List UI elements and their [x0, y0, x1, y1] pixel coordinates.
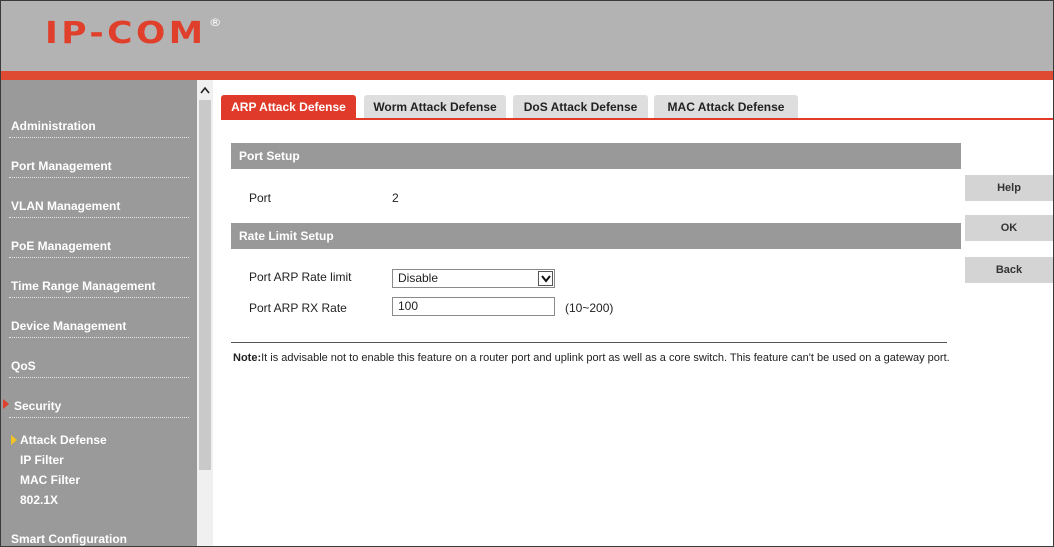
- app-window: IP-COM ® Administration Port Management V…: [0, 0, 1054, 547]
- tab-label: MAC Attack Defense: [667, 100, 785, 114]
- sidebar-scrollbar[interactable]: [197, 80, 213, 546]
- back-button[interactable]: Back: [965, 257, 1053, 283]
- rx-rate-label: Port ARP RX Rate: [249, 301, 347, 315]
- rx-rate-range: (10~200): [565, 301, 614, 315]
- submenu-item-label: Attack Defense: [20, 433, 107, 447]
- note-body: It is advisable not to enable this featu…: [261, 352, 950, 364]
- sidebar-item-smart-configuration[interactable]: Smart Configuration: [9, 516, 189, 546]
- tab-worm-attack-defense[interactable]: Worm Attack Defense: [364, 95, 506, 119]
- chevron-down-icon[interactable]: [538, 271, 553, 286]
- port-label: Port: [249, 191, 272, 205]
- sidebar-item-label: Device Management: [11, 319, 127, 333]
- sidebar-item-label: Time Range Management: [11, 279, 156, 293]
- sidebar-item-label: Administration: [11, 119, 96, 133]
- sidebar-item-label: Port Management: [11, 159, 112, 173]
- submenu-item-ip-filter[interactable]: IP Filter: [9, 450, 197, 470]
- tab-dos-attack-defense[interactable]: DoS Attack Defense: [513, 95, 648, 119]
- sidebar-item-label: Security: [14, 399, 62, 413]
- sidebar-item-port-management[interactable]: Port Management: [9, 138, 189, 178]
- header-accent-bar: [1, 71, 1053, 80]
- submenu-item-mac-filter[interactable]: MAC Filter: [9, 470, 197, 490]
- sidebar-item-qos[interactable]: QoS: [9, 338, 189, 378]
- select-value: Disable: [398, 271, 439, 285]
- scroll-thumb[interactable]: [199, 100, 211, 470]
- port-value: 2: [392, 191, 399, 205]
- help-button[interactable]: Help: [965, 175, 1053, 201]
- rx-rate-input[interactable]: 100: [392, 297, 555, 316]
- brand-logo: IP-COM ®: [45, 16, 222, 51]
- sidebar-item-label: PoE Management: [11, 239, 112, 253]
- submenu-item-label: MAC Filter: [20, 473, 80, 487]
- scroll-up-icon[interactable]: [197, 80, 213, 98]
- sidebar-item-device-management[interactable]: Device Management: [9, 298, 189, 338]
- submenu-item-label: IP Filter: [20, 453, 64, 467]
- security-submenu: Attack Defense IP Filter MAC Filter 802.…: [9, 418, 197, 516]
- sidebar-item-administration[interactable]: Administration: [9, 80, 189, 138]
- expanded-arrow-icon: [3, 399, 9, 409]
- sidebar-item-security[interactable]: Security: [3, 378, 189, 418]
- note-prefix: Note:: [233, 352, 262, 364]
- note-text: Note:It is advisable not to enable this …: [233, 352, 973, 364]
- tab-label: DoS Attack Defense: [523, 100, 638, 114]
- tab-underline: [221, 118, 1053, 120]
- tab-mac-attack-defense[interactable]: MAC Attack Defense: [654, 95, 798, 119]
- sidebar-item-label: QoS: [11, 359, 36, 373]
- sidebar-item-time-range-management[interactable]: Time Range Management: [9, 258, 189, 298]
- submenu-item-8021x[interactable]: 802.1X: [9, 490, 197, 510]
- arp-rate-limit-label: Port ARP Rate limit: [249, 270, 352, 284]
- sidebar-item-vlan-management[interactable]: VLAN Management: [9, 178, 189, 218]
- header: IP-COM ®: [1, 1, 1053, 71]
- sidebar-item-poe-management[interactable]: PoE Management: [9, 218, 189, 258]
- arp-rate-limit-select[interactable]: Disable: [392, 269, 555, 288]
- sidebar-nav: Administration Port Management VLAN Mana…: [1, 80, 197, 546]
- sidebar-item-label: VLAN Management: [11, 199, 121, 213]
- submenu-item-attack-defense[interactable]: Attack Defense: [9, 430, 197, 450]
- divider: [231, 342, 947, 343]
- section-port-setup: Port Setup: [231, 143, 961, 169]
- sidebar-item-label: Smart Configuration: [11, 532, 127, 546]
- selected-arrow-icon: [11, 435, 17, 445]
- submenu-item-label: 802.1X: [20, 493, 59, 507]
- section-rate-limit-setup: Rate Limit Setup: [231, 223, 961, 249]
- ok-button[interactable]: OK: [965, 215, 1053, 241]
- tab-arp-attack-defense[interactable]: ARP Attack Defense: [221, 95, 356, 119]
- tab-label: Worm Attack Defense: [373, 100, 497, 114]
- tab-label: ARP Attack Defense: [231, 100, 346, 114]
